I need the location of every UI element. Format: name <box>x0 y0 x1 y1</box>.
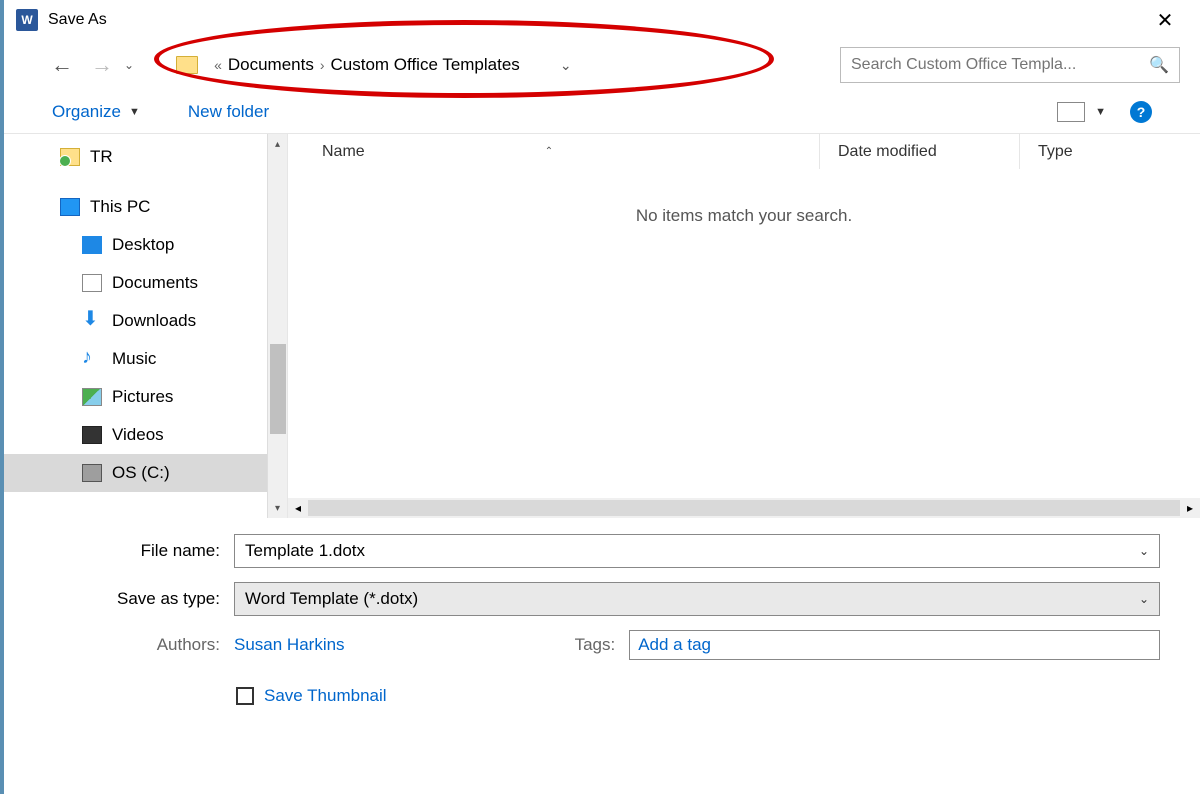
videos-icon <box>82 426 102 444</box>
documents-icon <box>82 274 102 292</box>
sidebar-item-this-pc[interactable]: This PC <box>4 188 287 226</box>
column-type[interactable]: Type <box>1020 134 1200 169</box>
breadcrumb-bar[interactable]: « Documents › Custom Office Templates ⌄ <box>168 47 816 83</box>
folder-verified-icon <box>60 148 80 166</box>
sidebar-item-downloads[interactable]: ⬇ Downloads <box>4 302 287 340</box>
breadcrumb-prefix: « <box>214 57 222 73</box>
breadcrumb-custom-templates[interactable]: Custom Office Templates <box>331 55 520 75</box>
authors-value[interactable]: Susan Harkins <box>234 635 345 655</box>
search-input[interactable] <box>851 56 1149 74</box>
sort-indicator-icon: ⌃ <box>545 146 553 157</box>
sidebar-item-label: Pictures <box>112 387 173 407</box>
nav-back-button[interactable]: ← <box>44 47 80 83</box>
sidebar-item-desktop[interactable]: Desktop <box>4 226 287 264</box>
help-button[interactable]: ? <box>1130 101 1152 123</box>
sidebar-item-label: Documents <box>112 273 198 293</box>
chevron-right-icon: › <box>320 57 325 73</box>
search-box[interactable]: 🔍 <box>840 47 1180 83</box>
tags-input[interactable]: Add a tag <box>629 630 1160 660</box>
authors-label: Authors: <box>4 635 234 655</box>
main-area: TR This PC Desktop Documents ⬇ Downloads… <box>4 134 1200 518</box>
save-thumbnail-label: Save Thumbnail <box>264 686 387 706</box>
sidebar-item-label: OS (C:) <box>112 463 170 483</box>
column-date-modified[interactable]: Date modified <box>820 134 1020 169</box>
scrollbar-thumb[interactable] <box>270 344 286 434</box>
column-headers: Name ⌃ Date modified Type <box>288 134 1200 170</box>
save-form: File name: Template 1.dotx ⌄ Save as typ… <box>4 518 1200 722</box>
sidebar-item-label: Desktop <box>112 235 174 255</box>
sidebar-item-os-drive[interactable]: OS (C:) <box>4 454 287 492</box>
scrollbar-track[interactable] <box>308 500 1180 516</box>
music-icon: ♪ <box>82 350 102 368</box>
view-icon <box>1057 102 1085 122</box>
sidebar-item-label: Music <box>112 349 156 369</box>
filename-label: File name: <box>4 541 234 561</box>
empty-folder-message: No items match your search. <box>288 206 1200 226</box>
scroll-up-icon[interactable]: ▴ <box>268 134 287 154</box>
horizontal-scrollbar[interactable]: ◂ ▸ <box>288 498 1200 518</box>
new-folder-button[interactable]: New folder <box>188 102 269 122</box>
sidebar-item-label: This PC <box>90 197 150 217</box>
desktop-icon <box>82 236 102 254</box>
navigation-bar: ← → ⌄ « Documents › Custom Office Templa… <box>4 40 1200 90</box>
folder-tree-sidebar: TR This PC Desktop Documents ⬇ Downloads… <box>4 134 288 518</box>
file-list-area: Name ⌃ Date modified Type No items match… <box>288 134 1200 518</box>
window-title: Save As <box>48 11 107 29</box>
column-label: Date modified <box>838 143 937 161</box>
sidebar-item-pictures[interactable]: Pictures <box>4 378 287 416</box>
filename-value: Template 1.dotx <box>245 541 365 561</box>
sidebar-scrollbar[interactable]: ▴ ▾ <box>267 134 287 518</box>
new-folder-label: New folder <box>188 102 269 122</box>
sidebar-item-label: Videos <box>112 425 164 445</box>
sidebar-item-videos[interactable]: Videos <box>4 416 287 454</box>
pc-icon <box>60 198 80 216</box>
scroll-left-icon[interactable]: ◂ <box>288 501 308 515</box>
breadcrumb-dropdown[interactable]: ⌄ <box>560 57 572 74</box>
sidebar-item-label: TR <box>90 147 113 167</box>
downloads-icon: ⬇ <box>82 312 102 330</box>
chevron-down-icon: ▼ <box>1095 106 1106 118</box>
tags-label: Tags: <box>575 635 616 655</box>
column-name[interactable]: Name ⌃ <box>288 134 820 169</box>
nav-history-dropdown[interactable]: ⌄ <box>124 58 134 72</box>
nav-forward-button[interactable]: → <box>84 47 120 83</box>
folder-icon <box>176 56 198 74</box>
column-label: Name <box>322 143 365 161</box>
organize-label: Organize <box>52 102 121 122</box>
close-button[interactable]: ✕ <box>1142 4 1188 36</box>
column-label: Type <box>1038 143 1073 161</box>
pictures-icon <box>82 388 102 406</box>
view-options-button[interactable]: ▼ <box>1057 102 1106 122</box>
breadcrumb-documents[interactable]: Documents <box>228 55 314 75</box>
titlebar: W Save As ✕ <box>4 0 1200 40</box>
save-as-type-dropdown[interactable]: Word Template (*.dotx) ⌄ <box>234 582 1160 616</box>
sidebar-item-documents[interactable]: Documents <box>4 264 287 302</box>
tags-placeholder: Add a tag <box>638 635 711 655</box>
sidebar-item-tr[interactable]: TR <box>4 138 287 176</box>
toolbar: Organize ▼ New folder ▼ ? <box>4 90 1200 134</box>
organize-menu[interactable]: Organize ▼ <box>52 102 140 122</box>
save-as-type-value: Word Template (*.dotx) <box>245 589 418 609</box>
sidebar-item-music[interactable]: ♪ Music <box>4 340 287 378</box>
chevron-down-icon[interactable]: ⌄ <box>1139 592 1149 606</box>
chevron-down-icon: ▼ <box>129 106 140 118</box>
word-app-icon: W <box>16 9 38 31</box>
filename-input[interactable]: Template 1.dotx ⌄ <box>234 534 1160 568</box>
sidebar-item-label: Downloads <box>112 311 196 331</box>
drive-icon <box>82 464 102 482</box>
search-icon[interactable]: 🔍 <box>1149 55 1169 75</box>
save-thumbnail-checkbox[interactable] <box>236 687 254 705</box>
chevron-down-icon[interactable]: ⌄ <box>1139 544 1149 558</box>
save-as-type-label: Save as type: <box>4 589 234 609</box>
scroll-down-icon[interactable]: ▾ <box>268 498 287 518</box>
scroll-right-icon[interactable]: ▸ <box>1180 501 1200 515</box>
